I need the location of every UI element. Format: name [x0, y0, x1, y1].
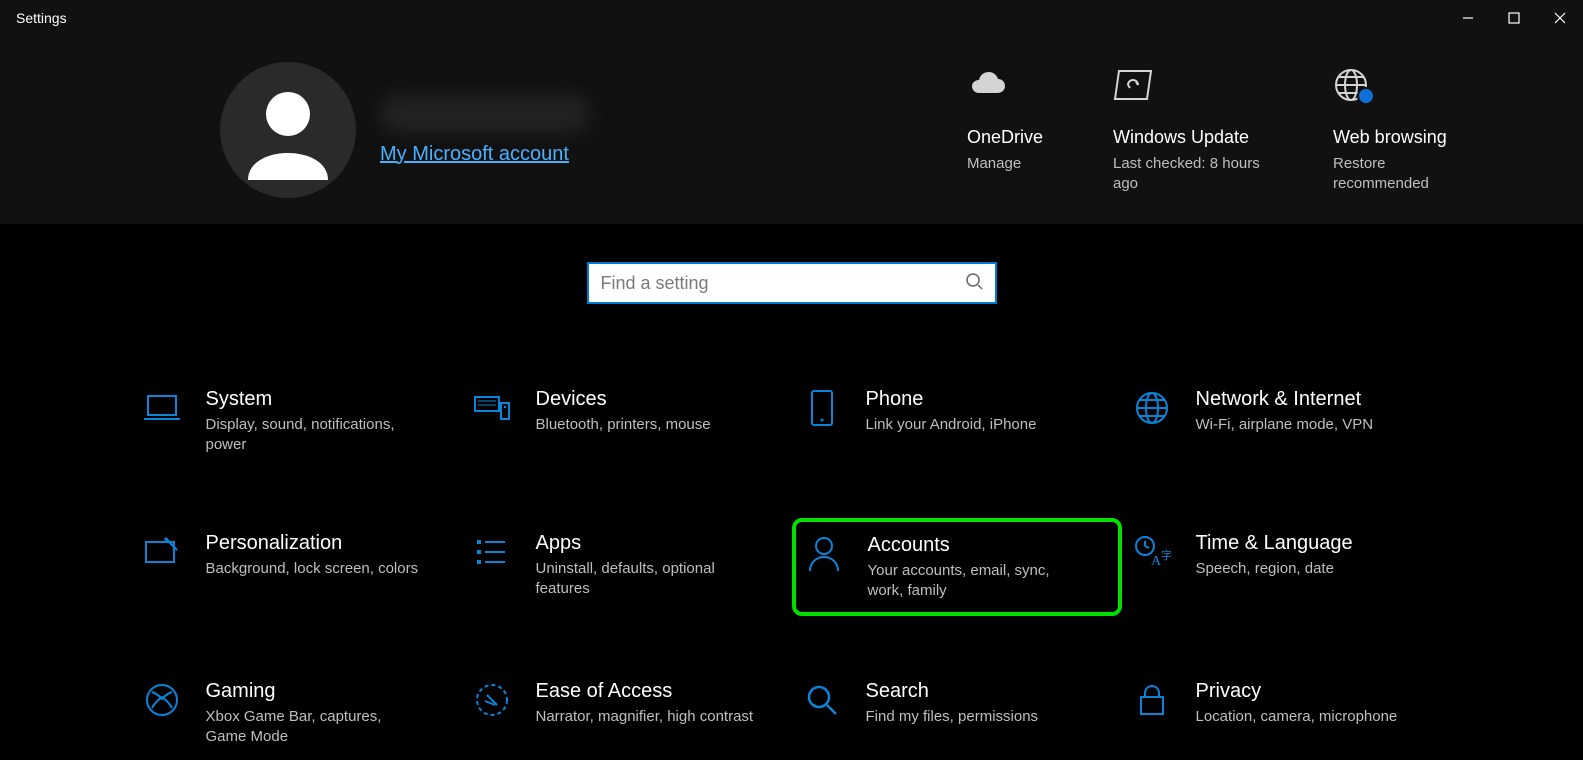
svg-text:字: 字	[1161, 548, 1171, 562]
search-icon	[965, 272, 983, 295]
category-title: Accounts	[868, 534, 1088, 557]
search-input[interactable]	[601, 273, 965, 294]
close-icon	[1554, 12, 1566, 24]
user-avatar[interactable]	[220, 62, 356, 198]
category-title: Gaming	[206, 680, 426, 703]
category-sub: Your accounts, email, sync, work, family	[868, 561, 1088, 600]
keyboard-icon	[472, 388, 512, 428]
globe-network-icon	[1132, 388, 1172, 428]
apps-list-icon	[472, 532, 512, 572]
minimize-button[interactable]	[1445, 0, 1491, 36]
globe-icon	[1333, 67, 1369, 103]
category-title: System	[206, 388, 426, 411]
phone-icon	[802, 388, 842, 428]
my-microsoft-account-link[interactable]: My Microsoft account	[380, 143, 590, 166]
category-time-language[interactable]: A字 Time & Language Speech, region, date	[1122, 518, 1452, 616]
window-title: Settings	[16, 10, 67, 26]
category-sub: Narrator, magnifier, high contrast	[536, 707, 754, 727]
person-icon	[804, 534, 844, 574]
update-sub: Last checked: 8 hours ago	[1113, 154, 1263, 193]
category-search[interactable]: Search Find my files, permissions	[792, 666, 1122, 760]
settings-header: My Microsoft account OneDrive Manage Win…	[0, 36, 1583, 224]
magnifier-icon	[802, 680, 842, 720]
ease-of-access-icon	[472, 680, 512, 720]
cloud-icon	[967, 67, 1007, 103]
update-title: Windows Update	[1113, 127, 1249, 148]
category-title: Devices	[536, 388, 711, 411]
windows-update-tile[interactable]: Windows Update Last checked: 8 hours ago	[1113, 67, 1263, 193]
category-sub: Find my files, permissions	[866, 707, 1039, 727]
lock-icon	[1132, 680, 1172, 720]
title-bar: Settings	[0, 0, 1583, 36]
category-sub: Link your Android, iPhone	[866, 415, 1037, 435]
maximize-button[interactable]	[1491, 0, 1537, 36]
category-grid: System Display, sound, notifications, po…	[132, 374, 1452, 760]
category-gaming[interactable]: Gaming Xbox Game Bar, captures, Game Mod…	[132, 666, 462, 760]
category-network[interactable]: Network & Internet Wi-Fi, airplane mode,…	[1122, 374, 1452, 468]
xbox-icon	[142, 680, 182, 720]
user-name-redacted	[380, 95, 590, 133]
web-browsing-tile[interactable]: Web browsing Restore recommended	[1333, 67, 1483, 193]
avatar-icon	[238, 80, 338, 180]
category-privacy[interactable]: Privacy Location, camera, microphone	[1122, 666, 1452, 760]
category-sub: Speech, region, date	[1196, 559, 1353, 579]
category-devices[interactable]: Devices Bluetooth, printers, mouse	[462, 374, 792, 468]
category-sub: Location, camera, microphone	[1196, 707, 1398, 727]
paintbrush-icon	[142, 532, 182, 572]
category-system[interactable]: System Display, sound, notifications, po…	[132, 374, 462, 468]
window-controls	[1445, 0, 1583, 36]
maximize-icon	[1508, 12, 1520, 24]
onedrive-title: OneDrive	[967, 127, 1043, 148]
category-personalization[interactable]: Personalization Background, lock screen,…	[132, 518, 462, 616]
category-title: Time & Language	[1196, 532, 1353, 555]
category-title: Personalization	[206, 532, 419, 555]
category-title: Apps	[536, 532, 756, 555]
update-icon	[1113, 67, 1153, 103]
browsing-sub: Restore recommended	[1333, 154, 1483, 193]
category-title: Network & Internet	[1196, 388, 1374, 411]
user-info: My Microsoft account	[380, 95, 590, 166]
laptop-icon	[142, 388, 182, 428]
category-sub: Bluetooth, printers, mouse	[536, 415, 711, 435]
onedrive-sub: Manage	[967, 154, 1021, 174]
category-title: Ease of Access	[536, 680, 754, 703]
category-ease-of-access[interactable]: Ease of Access Narrator, magnifier, high…	[462, 666, 792, 760]
category-sub: Display, sound, notifications, power	[206, 415, 426, 454]
category-title: Privacy	[1196, 680, 1398, 703]
category-accounts[interactable]: Accounts Your accounts, email, sync, wor…	[792, 518, 1122, 616]
browsing-title: Web browsing	[1333, 127, 1447, 148]
settings-main: System Display, sound, notifications, po…	[0, 224, 1583, 760]
minimize-icon	[1462, 12, 1474, 24]
category-sub: Wi-Fi, airplane mode, VPN	[1196, 415, 1374, 435]
category-sub: Xbox Game Bar, captures, Game Mode	[206, 707, 426, 746]
category-apps[interactable]: Apps Uninstall, defaults, optional featu…	[462, 518, 792, 616]
category-title: Search	[866, 680, 1039, 703]
category-title: Phone	[866, 388, 1037, 411]
close-button[interactable]	[1537, 0, 1583, 36]
header-tiles: OneDrive Manage Windows Update Last chec…	[967, 67, 1483, 193]
notification-badge	[1357, 87, 1375, 105]
search-box[interactable]	[587, 262, 997, 304]
clock-language-icon: A字	[1132, 532, 1172, 572]
category-sub: Background, lock screen, colors	[206, 559, 419, 579]
onedrive-tile[interactable]: OneDrive Manage	[967, 67, 1043, 193]
category-phone[interactable]: Phone Link your Android, iPhone	[792, 374, 1122, 468]
category-sub: Uninstall, defaults, optional features	[536, 559, 756, 598]
